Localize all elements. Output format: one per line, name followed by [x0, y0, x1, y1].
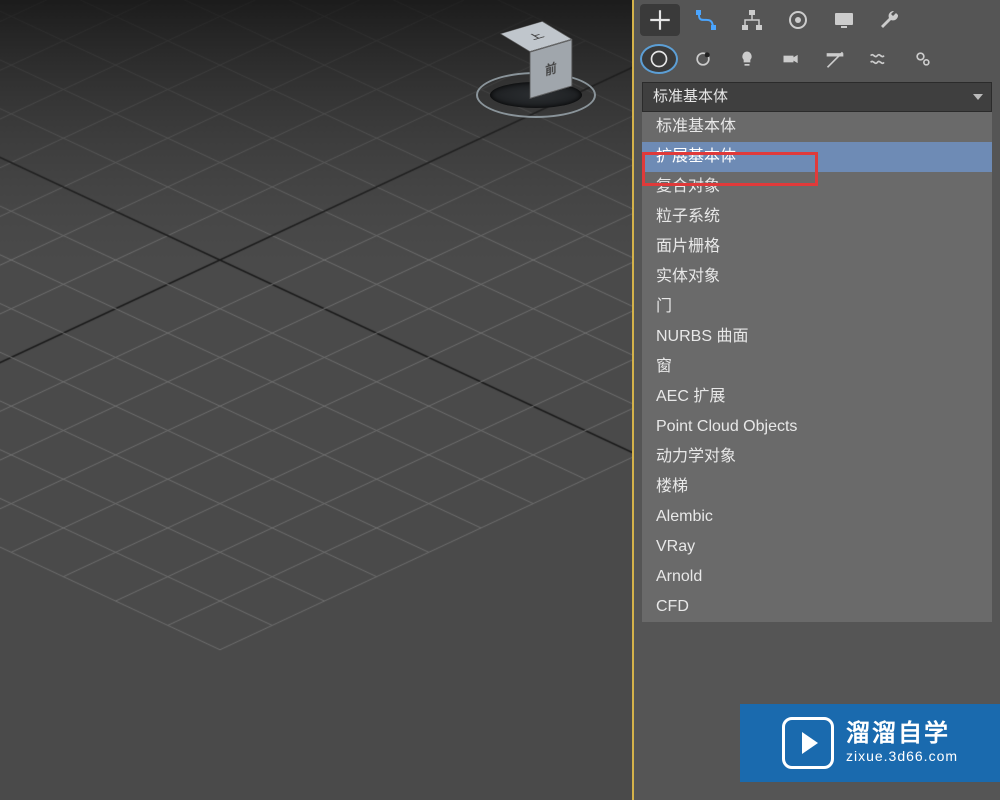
viewcube-cube[interactable]: 上 前 左 [515, 30, 558, 90]
category-option[interactable]: 楼梯 [642, 472, 992, 502]
category-option[interactable]: 门 [642, 292, 992, 322]
motion-icon [786, 8, 810, 32]
category-option[interactable]: 粒子系统 [642, 202, 992, 232]
gears-icon [913, 49, 933, 69]
bulb-icon [737, 49, 757, 69]
category-option[interactable]: 实体对象 [642, 262, 992, 292]
tab-utilities[interactable] [870, 4, 910, 36]
sphere-icon [649, 49, 669, 69]
tab-hierarchy[interactable] [732, 4, 772, 36]
category-option[interactable]: 标准基本体 [642, 112, 992, 142]
viewport[interactable]: 上 前 左 [0, 0, 634, 800]
category-option[interactable]: 动力学对象 [642, 442, 992, 472]
category-option[interactable]: Alembic [642, 502, 992, 532]
subtab-helpers[interactable] [816, 44, 854, 74]
subtab-spacewarps[interactable] [860, 44, 898, 74]
category-option[interactable]: Point Cloud Objects [642, 412, 992, 442]
category-option[interactable]: CFD [642, 592, 992, 622]
watermark-text: 溜溜自学 zixue.3d66.com [846, 722, 958, 764]
subtab-cameras[interactable] [772, 44, 810, 74]
play-icon [782, 717, 834, 769]
dropdown-current-label: 标准基本体 [653, 88, 728, 105]
camera-icon [781, 49, 801, 69]
hierarchy-icon [740, 8, 764, 32]
shape-icon [693, 49, 713, 69]
plus-icon [647, 7, 673, 33]
watermark-subtitle: zixue.3d66.com [846, 748, 958, 764]
wrench-icon [878, 8, 902, 32]
subtab-systems[interactable] [904, 44, 942, 74]
viewcube[interactable]: 上 前 左 [476, 20, 596, 140]
command-panel: 标准基本体 标准基本体扩展基本体复合对象粒子系统面片栅格实体对象门NURBS 曲… [634, 0, 1000, 800]
category-option[interactable]: 窗 [642, 352, 992, 382]
category-option[interactable]: Arnold [642, 562, 992, 592]
subtab-geometry[interactable] [640, 44, 678, 74]
geometry-category-list: 标准基本体扩展基本体复合对象粒子系统面片栅格实体对象门NURBS 曲面窗AEC … [642, 112, 992, 622]
create-subtabs [634, 40, 1000, 78]
subtab-shapes[interactable] [684, 44, 722, 74]
category-option[interactable]: 扩展基本体 [642, 142, 992, 172]
category-option[interactable]: 复合对象 [642, 172, 992, 202]
category-option[interactable]: VRay [642, 532, 992, 562]
display-icon [832, 8, 856, 32]
watermark: 溜溜自学 zixue.3d66.com [740, 704, 1000, 782]
tab-create[interactable] [640, 4, 680, 36]
bezier-icon [694, 8, 718, 32]
ruler-icon [825, 49, 845, 69]
geometry-category-dropdown[interactable]: 标准基本体 [642, 82, 992, 112]
category-option[interactable]: NURBS 曲面 [642, 322, 992, 352]
category-option[interactable]: AEC 扩展 [642, 382, 992, 412]
waves-icon [869, 49, 889, 69]
subtab-lights[interactable] [728, 44, 766, 74]
category-option[interactable]: 面片栅格 [642, 232, 992, 262]
tab-modify[interactable] [686, 4, 726, 36]
watermark-title: 溜溜自学 [846, 722, 958, 746]
tab-display[interactable] [824, 4, 864, 36]
command-panel-tabs [634, 0, 1000, 40]
tab-motion[interactable] [778, 4, 818, 36]
